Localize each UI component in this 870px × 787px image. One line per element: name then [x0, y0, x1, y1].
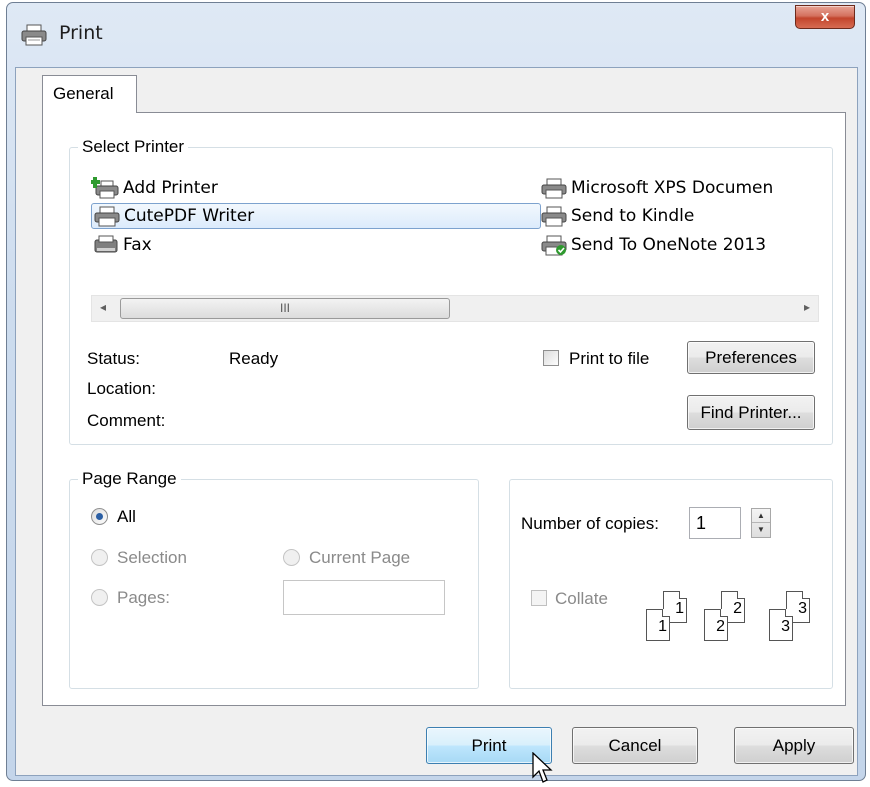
printer-name: Microsoft XPS Documen: [571, 178, 774, 198]
window-title: Print: [59, 22, 103, 44]
printer-item-microsoft-xps[interactable]: Microsoft XPS Documen: [539, 175, 773, 201]
print-to-file-label: Print to file: [569, 349, 650, 368]
printer-icon: [94, 206, 120, 227]
pages-radio[interactable]: [91, 589, 108, 606]
printer-name: CutePDF Writer: [124, 206, 255, 226]
copies-spinner[interactable]: ▲ ▼: [751, 508, 771, 538]
title-bar[interactable]: Print x: [7, 3, 865, 67]
current-page-label: Current Page: [309, 548, 411, 567]
printer-list-scrollbar[interactable]: ◂ III ▸: [91, 295, 819, 322]
scroll-right-icon[interactable]: ▸: [804, 300, 810, 314]
tab-general[interactable]: General: [42, 75, 137, 113]
printer-icon: [541, 206, 567, 227]
current-page-radio[interactable]: [283, 549, 300, 566]
collate-checkbox[interactable]: [531, 590, 547, 606]
page-icon: 3: [769, 609, 793, 641]
printer-item-cutepdf-writer[interactable]: CutePDF Writer: [91, 203, 541, 229]
find-printer-button[interactable]: Find Printer...: [687, 395, 815, 430]
status-label: Status:: [87, 349, 140, 368]
copies-group: [509, 479, 833, 689]
fax-icon: [94, 235, 118, 253]
printer-item-fax[interactable]: Fax: [91, 232, 152, 258]
close-button[interactable]: x: [795, 5, 855, 29]
printer-icon: [21, 24, 47, 46]
print-to-file-checkbox[interactable]: [543, 350, 559, 366]
printer-name: Add Printer: [123, 178, 218, 198]
printer-item-add-printer[interactable]: Add Printer: [91, 175, 218, 201]
selection-label: Selection: [117, 548, 187, 567]
select-printer-title: Select Printer: [78, 137, 189, 157]
tab-page-general: Select Printer Add Printer CutePDF Write…: [42, 112, 846, 706]
page-icon: 1: [646, 609, 670, 641]
copies-input[interactable]: 1: [689, 507, 741, 539]
print-dialog: Print x General Select Printer Add Print…: [6, 2, 866, 781]
spin-up-icon[interactable]: ▲: [752, 509, 770, 523]
collate-label: Collate: [555, 589, 608, 608]
status-value: Ready: [229, 349, 279, 368]
printer-name: Send To OneNote 2013: [571, 235, 767, 255]
add-printer-icon: [91, 177, 119, 199]
page-icon: 2: [704, 609, 728, 641]
selection-radio[interactable]: [91, 549, 108, 566]
apply-button[interactable]: Apply: [734, 727, 854, 764]
grip-icon: III: [279, 301, 290, 315]
preferences-button[interactable]: Preferences: [687, 341, 815, 374]
printer-item-send-to-onenote[interactable]: Send To OneNote 2013: [539, 232, 766, 258]
scrollbar-thumb[interactable]: III: [120, 298, 450, 319]
printer-icon: [541, 178, 567, 199]
pages-input[interactable]: [283, 580, 445, 615]
all-label: All: [117, 507, 136, 526]
all-radio[interactable]: [91, 508, 108, 525]
cancel-button[interactable]: Cancel: [572, 727, 698, 764]
printer-check-icon: [541, 235, 567, 256]
number-of-copies-label: Number of copies:: [521, 514, 659, 533]
dialog-client-area: General Select Printer Add Printer CuteP…: [15, 67, 858, 776]
printer-name: Fax: [123, 235, 152, 255]
scroll-left-icon[interactable]: ◂: [100, 300, 106, 314]
comment-label: Comment:: [87, 411, 166, 430]
printer-name: Send to Kindle: [571, 206, 695, 226]
page-range-title: Page Range: [78, 469, 181, 489]
pages-label: Pages:: [117, 588, 170, 607]
location-label: Location:: [87, 379, 156, 398]
mouse-pointer-icon: [532, 752, 553, 783]
printer-item-send-to-kindle[interactable]: Send to Kindle: [539, 203, 694, 229]
spin-down-icon[interactable]: ▼: [752, 523, 770, 537]
close-icon: x: [820, 8, 830, 25]
